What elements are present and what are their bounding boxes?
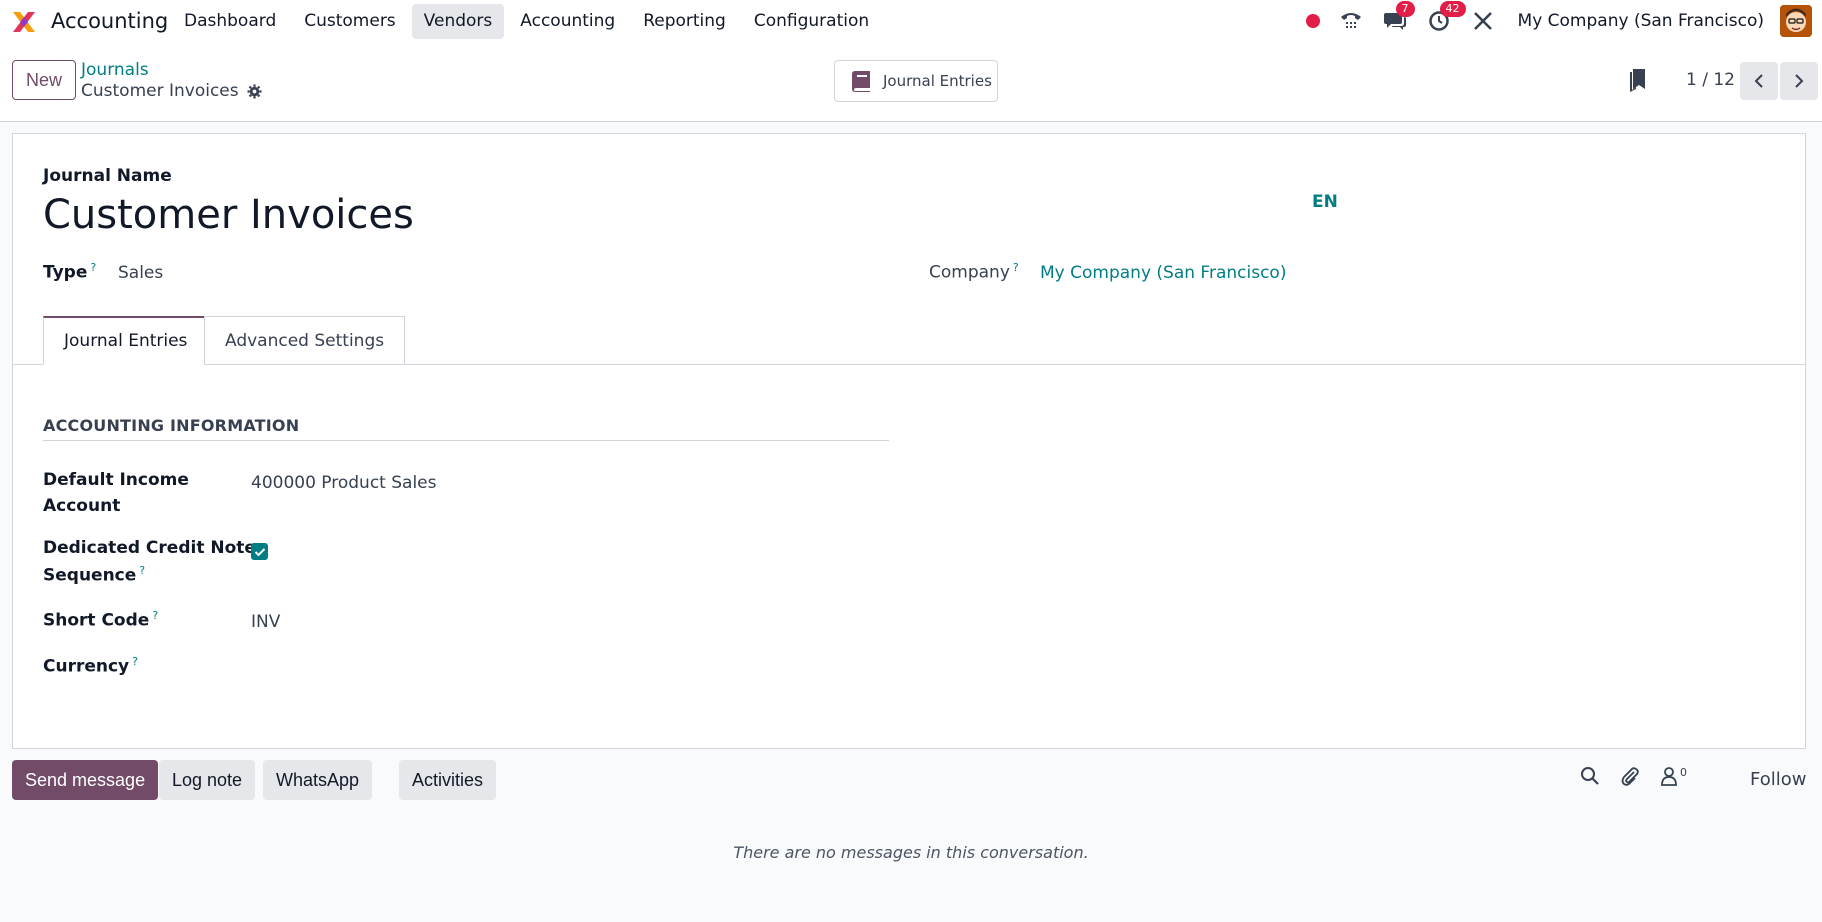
app-name[interactable]: Accounting <box>51 9 168 33</box>
menu-vendors[interactable]: Vendors <box>411 4 505 39</box>
pager-previous-button[interactable] <box>1740 62 1778 100</box>
default-income-label-line1: Default Income <box>43 470 189 490</box>
followers-button[interactable]: 0 <box>1660 766 1687 786</box>
debug-tools-icon[interactable] <box>1470 8 1496 34</box>
journal-name-input[interactable]: Customer Invoices <box>43 192 414 238</box>
company-help-icon[interactable]: ? <box>1013 261 1019 274</box>
search-icon[interactable] <box>1580 766 1600 786</box>
chevron-right-icon <box>1795 74 1804 88</box>
user-avatar[interactable] <box>1780 5 1812 37</box>
company-label-text: Company <box>929 262 1010 283</box>
send-message-button[interactable]: Send message <box>12 760 159 800</box>
menu-customers[interactable]: Customers <box>292 4 407 39</box>
log-note-button[interactable]: Log note <box>159 760 256 800</box>
control-panel: New Journals Customer Invoices Journal E… <box>0 42 1822 122</box>
currency-field[interactable] <box>251 655 551 679</box>
credit-note-label-line1: Dedicated Credit Note <box>43 538 256 558</box>
tab-advanced-settings[interactable]: Advanced Settings <box>204 316 406 365</box>
menu-configuration[interactable]: Configuration <box>742 4 881 39</box>
menu-reporting[interactable]: Reporting <box>631 4 738 39</box>
company-label: Company? <box>929 261 1019 283</box>
top-navbar: Accounting Dashboard Customers Vendors A… <box>0 0 1822 42</box>
credit-note-help-icon[interactable]: ? <box>139 564 145 577</box>
accounting-information-title: ACCOUNTING INFORMATION <box>43 416 300 435</box>
main-menu: Dashboard Customers Vendors Accounting R… <box>172 4 881 39</box>
breadcrumb-current-label: Customer Invoices <box>81 81 239 101</box>
messages-badge: 7 <box>1395 1 1415 17</box>
currency-help-icon[interactable]: ? <box>132 655 138 668</box>
gear-icon[interactable] <box>247 83 262 99</box>
journal-name-label: Journal Name <box>43 166 172 186</box>
type-label-text: Type <box>43 262 88 283</box>
systray: 7 42 My Company (San Francisco) <box>1305 0 1812 42</box>
credit-note-label-line2-text: Sequence <box>43 565 137 586</box>
type-label: Type? <box>43 261 96 283</box>
short-code-label: Short Code? <box>43 609 158 631</box>
messages-icon[interactable]: 7 <box>1382 1 1415 34</box>
journal-entries-label: Journal Entries <box>883 72 992 90</box>
type-help-icon[interactable]: ? <box>90 261 96 274</box>
dedicated-credit-note-checkbox[interactable] <box>251 543 268 560</box>
accounting-app-logo-icon[interactable] <box>10 8 38 36</box>
phone-icon[interactable] <box>1338 8 1364 34</box>
whatsapp-button[interactable]: WhatsApp <box>263 760 373 800</box>
activities-clock-icon[interactable]: 42 <box>1426 1 1466 34</box>
breadcrumb-current: Customer Invoices <box>81 81 262 101</box>
follow-button[interactable]: Follow <box>1750 769 1806 790</box>
language-button[interactable]: EN <box>1312 192 1338 212</box>
activities-button[interactable]: Activities <box>399 760 497 800</box>
followers-count: 0 <box>1680 766 1687 779</box>
default-income-account-field[interactable]: 400000 Product Sales <box>251 473 437 493</box>
credit-note-label-line2: Sequence? <box>43 564 145 586</box>
chevron-left-icon <box>1754 74 1763 88</box>
menu-dashboard[interactable]: Dashboard <box>172 4 288 39</box>
paperclip-icon[interactable] <box>1620 766 1640 786</box>
form-sheet: Journal Name Customer Invoices EN Type? … <box>12 133 1806 749</box>
checkmark-icon <box>254 547 265 556</box>
book-icon <box>852 71 870 92</box>
activities-badge: 42 <box>1439 1 1466 17</box>
chatter-tools: 0 <box>1580 766 1687 786</box>
section-divider <box>43 440 889 441</box>
default-income-label-line2: Account <box>43 496 121 516</box>
journal-entries-smart-button[interactable]: Journal Entries <box>834 60 998 102</box>
pager-value[interactable]: 1 / 12 <box>1686 70 1735 90</box>
type-field[interactable]: Sales <box>118 263 163 283</box>
bookmark-icon[interactable] <box>1628 68 1648 92</box>
currency-label: Currency? <box>43 655 138 677</box>
company-field[interactable]: My Company (San Francisco) <box>1040 263 1286 283</box>
menu-accounting[interactable]: Accounting <box>508 4 627 39</box>
user-icon <box>1661 767 1677 786</box>
currency-label-text: Currency <box>43 656 130 677</box>
empty-conversation-text: There are no messages in this conversati… <box>733 843 1089 862</box>
short-code-label-text: Short Code <box>43 610 150 631</box>
breadcrumb-journals[interactable]: Journals <box>81 60 149 80</box>
short-code-help-icon[interactable]: ? <box>152 609 158 622</box>
pager-next-button[interactable] <box>1780 62 1818 100</box>
short-code-field[interactable]: INV <box>251 612 280 632</box>
new-button[interactable]: New <box>12 60 76 100</box>
company-switcher[interactable]: My Company (San Francisco) <box>1518 11 1764 31</box>
recording-dot-icon[interactable] <box>1305 14 1320 28</box>
tab-journal-entries[interactable]: Journal Entries <box>43 316 209 365</box>
